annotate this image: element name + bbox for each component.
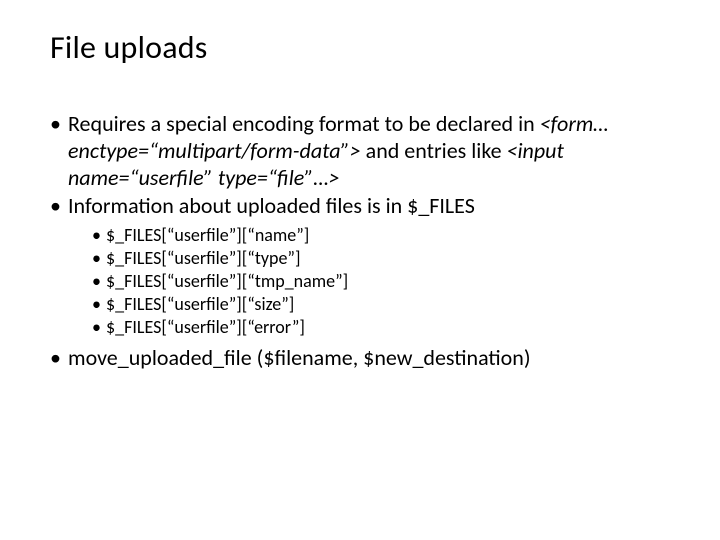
bullet-1-text-mid: and entries like <box>361 137 507 164</box>
slide-title: File uploads <box>50 28 670 67</box>
bullet-1-text-pre: Requires a special encoding format to be… <box>68 110 540 137</box>
sub-bullet: $_FILES[“userfile”][“error”] <box>50 316 670 339</box>
sub-bullet: $_FILES[“userfile”][“size”] <box>50 293 670 316</box>
bullet-2: Information about uploaded files is in $… <box>50 193 670 220</box>
bullet-1: Requires a special encoding format to be… <box>50 111 670 191</box>
slide-body: Requires a special encoding format to be… <box>50 111 670 372</box>
bullet-3: move_uploaded_file ($filename, $new_dest… <box>50 345 670 372</box>
sub-bullet: $_FILES[“userfile”][“name”] <box>50 224 670 247</box>
sub-bullet: $_FILES[“userfile”][“tmp_name”] <box>50 270 670 293</box>
sub-bullet-group: $_FILES[“userfile”][“name”] $_FILES[“use… <box>50 224 670 339</box>
slide: File uploads Requires a special encoding… <box>0 0 720 540</box>
sub-bullet: $_FILES[“userfile”][“type”] <box>50 247 670 270</box>
